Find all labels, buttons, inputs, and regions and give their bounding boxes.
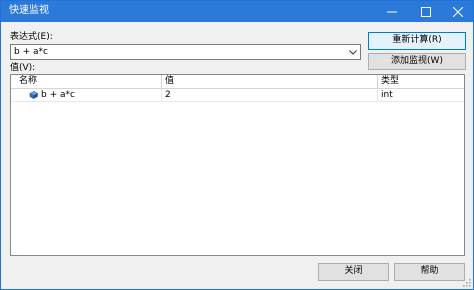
size-grip-icon[interactable] [463, 279, 471, 287]
row-value-cell[interactable]: 2 [162, 89, 378, 101]
row-type-cell: int [381, 90, 393, 100]
add-watch-button[interactable]: 添加监视(W) [368, 53, 466, 70]
row-name-text: b + a*c [41, 90, 75, 100]
minimize-icon [387, 11, 397, 12]
table-row[interactable]: b + a*c 2 int [11, 89, 464, 102]
expression-combobox[interactable]: b + a*c [10, 44, 361, 60]
chevron-down-icon [349, 49, 357, 55]
help-button[interactable]: 帮助 [394, 263, 465, 281]
expression-input[interactable]: b + a*c [14, 47, 48, 58]
column-header-type[interactable]: 类型 [378, 75, 464, 88]
window-title: 快速监视 [9, 5, 49, 16]
column-header-name[interactable]: 名称 [11, 75, 162, 88]
minimize-button[interactable] [375, 1, 409, 22]
values-grid[interactable]: 名称 值 类型 b + a*c 2 int [10, 74, 465, 256]
title-bar[interactable]: 快速监视 [1, 1, 473, 22]
variable-icon [29, 91, 38, 99]
recalculate-button[interactable]: 重新计算(R) [368, 32, 466, 50]
expression-label: 表达式(E): [10, 32, 53, 42]
quickwatch-dialog: 快速监视 表达式(E): b + a*c 重新计算(R) 添加监视(W) 值(V… [0, 0, 474, 290]
row-name-cell[interactable]: b + a*c [11, 89, 162, 101]
maximize-button[interactable] [409, 1, 443, 22]
close-button[interactable]: 关闭 [318, 263, 389, 281]
grid-header: 名称 值 类型 [11, 75, 464, 89]
maximize-icon [421, 6, 431, 17]
column-header-value[interactable]: 值 [162, 75, 378, 88]
expression-dropdown-button[interactable] [348, 47, 358, 57]
values-label: 值(V): [10, 63, 36, 73]
close-window-button[interactable] [441, 1, 474, 22]
close-icon [453, 6, 463, 17]
